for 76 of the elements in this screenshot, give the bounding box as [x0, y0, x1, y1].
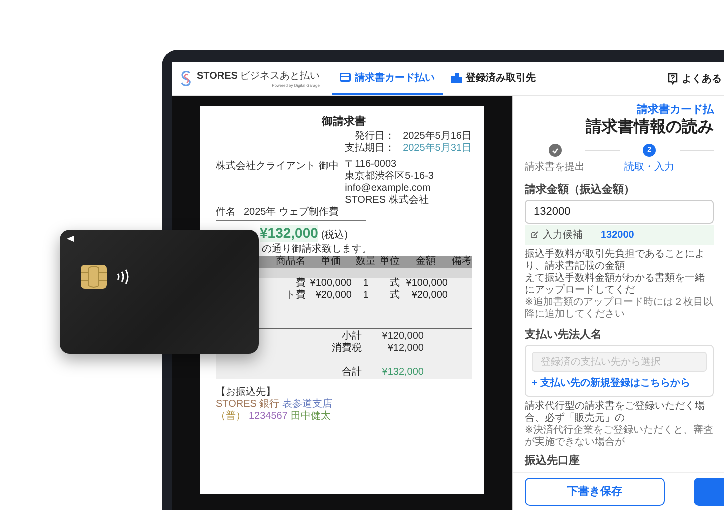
client-name: 株式会社クライアント 御中 — [216, 161, 339, 172]
register-link[interactable]: + 支払い先の新規登録はこちらから — [532, 376, 707, 390]
page-subtitle: 請求書カード払 — [636, 102, 714, 117]
table-cell-text: ¥100,000 — [309, 278, 353, 290]
total-label: 合計 — [341, 367, 363, 380]
suggestion-label: 入力候補 — [543, 228, 583, 242]
primary-button[interactable] — [694, 478, 724, 506]
column-header: 単価 — [320, 256, 342, 268]
help-text: 請求代行型の請求書をご登録いただく場合、必ず「販売元」の — [525, 401, 706, 424]
table-cell-text: 式 — [389, 278, 401, 290]
sender-info: STORES 株式会社 — [345, 195, 430, 208]
column-header: 単位 — [379, 256, 401, 268]
total-value: ¥120,000 — [381, 331, 425, 344]
suggestion-value[interactable]: 132000 — [601, 230, 634, 240]
tax-note: (税込) — [321, 230, 348, 242]
field-label: 振込先口座 — [525, 454, 581, 468]
step-label: 請求書を提出 — [525, 160, 586, 174]
amount-input[interactable]: 132000 — [525, 200, 714, 224]
help-icon — [668, 72, 678, 84]
total-value: ¥12,000 — [386, 343, 425, 356]
subject-label: 件名 — [216, 207, 236, 220]
step-label: 読取・入力 — [624, 160, 675, 174]
bank-detail: 表参道支店 — [282, 399, 333, 410]
date-value: 2025年5月16日 — [403, 131, 472, 143]
brand-name: STORES ビジネスあと払い — [197, 70, 320, 83]
invoice-intro: の通り御請求致します。 — [262, 244, 372, 256]
page-title: 請求書情報の読み — [584, 117, 714, 138]
table-cell-text: ¥20,000 — [314, 290, 353, 302]
chip-icon — [81, 265, 107, 289]
bank-detail: （普） — [216, 411, 246, 424]
date-value: 2025年5月31日 — [403, 143, 472, 156]
column-header: 金額 — [415, 256, 437, 268]
date-label: 支払期日： — [345, 143, 396, 156]
column-header: 数量 — [355, 256, 377, 268]
help-text: ※決済代行企業をご登録いただくと、審査が実施できない場合が — [525, 425, 714, 449]
triangle-icon — [67, 236, 74, 242]
contactless-icon — [116, 269, 131, 285]
logo-icon — [180, 70, 193, 86]
credit-card-icon — [340, 73, 351, 82]
total-label: 小計 — [341, 331, 363, 342]
bank-detail: STORES 銀行 — [216, 399, 280, 410]
total-label: 消費税 — [331, 343, 363, 356]
invoice-amount: ¥132,000 — [260, 225, 318, 242]
step-connector — [585, 150, 620, 151]
field-label: 請求金額（振込金額） — [525, 182, 636, 197]
table-cell-text: 1 — [362, 278, 370, 290]
sender-info: 〒116-0003 — [345, 159, 398, 170]
step-connector — [680, 150, 714, 151]
table-cell-text: ¥20,000 — [410, 290, 449, 302]
bank-title: 【お振込先】 — [216, 387, 277, 399]
column-header: 備考 — [451, 256, 473, 268]
date-label: 発行日： — [355, 131, 396, 142]
help-text: えて振込手数料金額がわかる書類を一緒にアップロードしてくだ — [525, 273, 706, 296]
bank-detail: 田中健太 — [290, 411, 331, 424]
sender-info: info@example.com — [345, 183, 432, 194]
save-draft-button[interactable]: 下書き保存 — [525, 478, 665, 506]
check-icon — [548, 144, 562, 157]
table-cell-text: ト費 — [285, 290, 307, 302]
help-text: ※追加書類のアップロード時には２枚目以降に追加してください — [525, 297, 714, 321]
field-label: 支払い先法人名 — [525, 328, 603, 342]
invoice-title: 御請求書 — [320, 116, 367, 130]
column-header: 商品名 — [275, 256, 307, 268]
table-cell-text: 費 — [295, 278, 307, 290]
total-value: ¥132,000 — [381, 367, 425, 380]
bank-detail: 1234567 — [249, 411, 288, 424]
table-cell-text: ¥100,000 — [405, 278, 449, 290]
nav-tab[interactable]: 登録済み取引先 — [442, 62, 544, 95]
payee-select[interactable]: 登録済の支払い先から選択 — [532, 352, 707, 372]
help-link[interactable]: よくある — [668, 62, 724, 95]
help-text: 振込手数料が取引先負担であることにより、請求書記載の金額 — [525, 249, 706, 272]
table-cell-text: 式 — [389, 290, 401, 302]
table-cell-text: 1 — [362, 290, 370, 302]
sender-info: 東京都渋谷区5-16-3 — [345, 171, 435, 184]
building-icon — [450, 72, 462, 82]
subject-text: 2025年 ウェブ制作費 — [244, 207, 340, 220]
edit-icon — [531, 231, 539, 239]
